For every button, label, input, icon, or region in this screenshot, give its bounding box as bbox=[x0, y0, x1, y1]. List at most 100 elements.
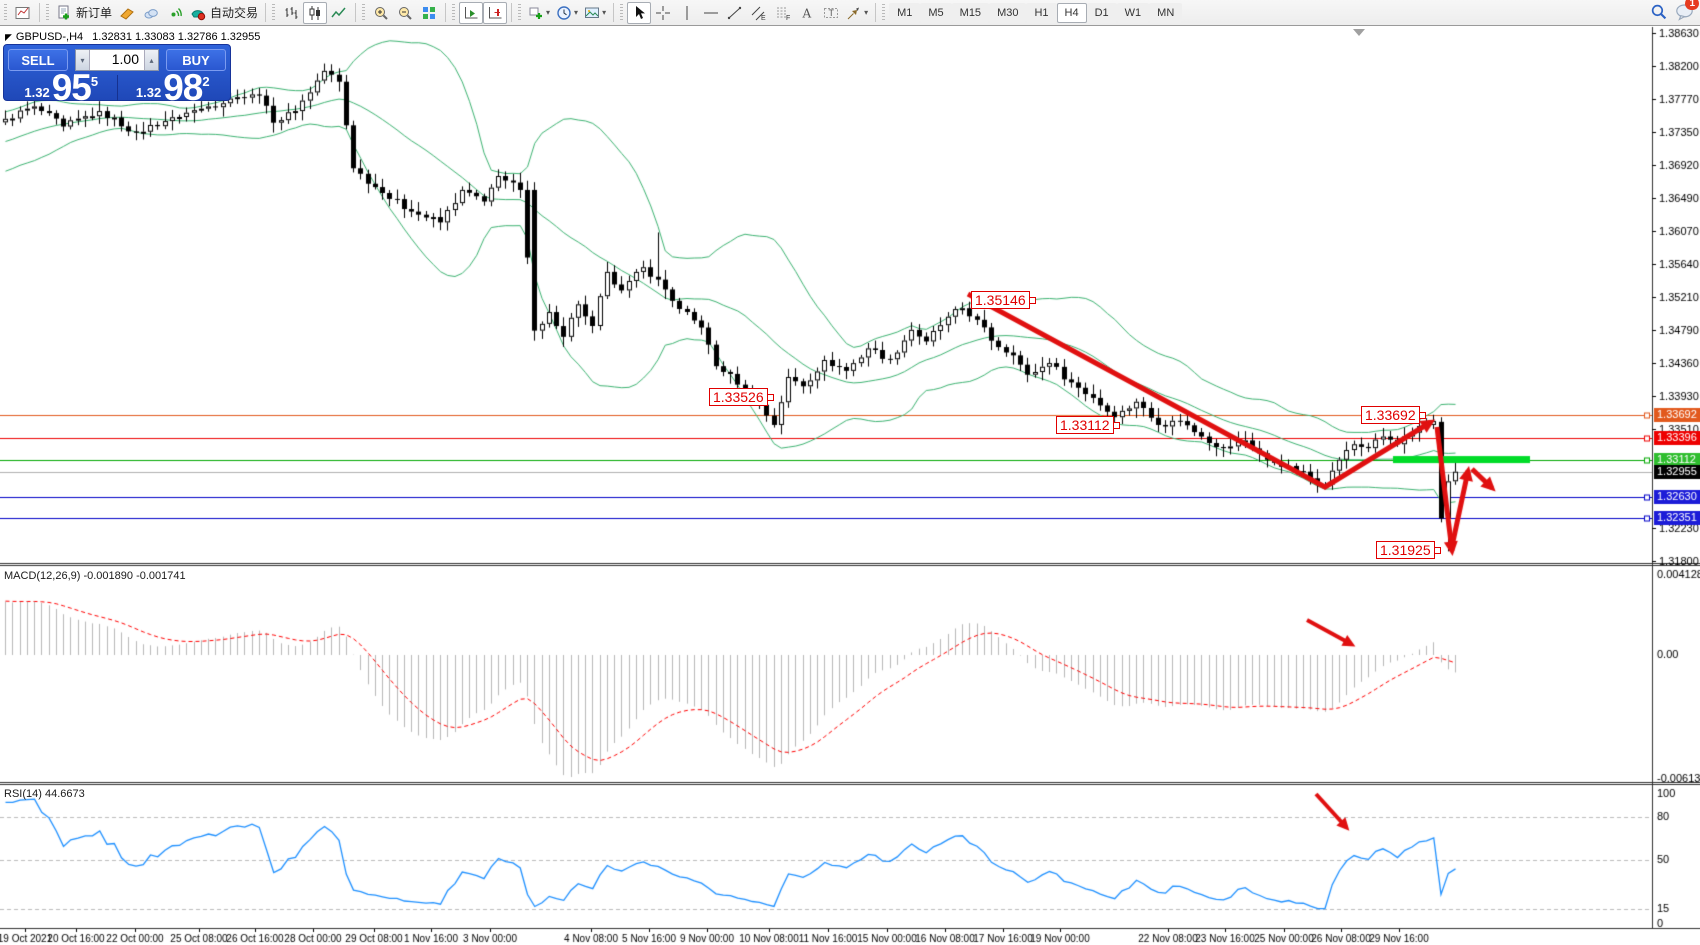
toolbar-separator bbox=[265, 3, 266, 22]
svg-text:E: E bbox=[761, 15, 766, 21]
eraser-button[interactable] bbox=[115, 2, 139, 24]
main-toolbar: 新订单 自动交易 ▾ ▾ ▾ E FAT ▾ M1M5M15M30H1H4D1W1MN 1 bbox=[0, 0, 1700, 26]
mt4-window: 新订单 自动交易 ▾ ▾ ▾ E FAT ▾ M1M5M15M30H1H4D1W1MN 1 ◤ GB… bbox=[0, 0, 1700, 945]
volume-increase-button[interactable]: ▴ bbox=[144, 50, 158, 70]
text-a-button[interactable]: A bbox=[795, 2, 819, 24]
hline-icon bbox=[703, 5, 719, 21]
tab-timeframe-w1[interactable]: W1 bbox=[1117, 3, 1150, 23]
svg-text:T: T bbox=[829, 8, 835, 18]
tab-timeframe-h4[interactable]: H4 bbox=[1057, 3, 1087, 23]
price-annotation[interactable]: 1.33692 bbox=[1361, 406, 1420, 424]
eraser-icon bbox=[119, 5, 135, 21]
tab-timeframe-d1[interactable]: D1 bbox=[1087, 3, 1117, 23]
toolbar-drag-handle[interactable] bbox=[46, 4, 49, 21]
toolbar-drag-handle[interactable] bbox=[620, 4, 623, 21]
new-order-doc-button[interactable]: 新订单 bbox=[53, 2, 115, 24]
candles-chart-button[interactable] bbox=[303, 2, 327, 24]
toolbar-drag-handle[interactable] bbox=[518, 4, 521, 21]
toolbar-drag-handle[interactable] bbox=[882, 4, 885, 21]
cursor-button[interactable] bbox=[627, 2, 651, 24]
price-annotation[interactable]: 1.31925 bbox=[1376, 541, 1435, 559]
tab-timeframe-m5[interactable]: M5 bbox=[920, 3, 951, 23]
arrows-button[interactable]: ▾ bbox=[843, 2, 871, 24]
autotrade-button[interactable]: 自动交易 bbox=[187, 2, 261, 24]
sell-price-pip: 5 bbox=[91, 74, 98, 89]
chart-ohlc-readout: 1.32831 1.33083 1.32786 1.32955 bbox=[92, 31, 260, 43]
trendline-button[interactable] bbox=[723, 2, 747, 24]
annotation-anchor bbox=[1113, 422, 1120, 429]
tab-timeframe-h1[interactable]: H1 bbox=[1026, 3, 1056, 23]
buy-price-big: 98 bbox=[163, 73, 202, 103]
volume-input[interactable]: 1.00 bbox=[90, 50, 144, 70]
chart-window-button[interactable] bbox=[11, 2, 35, 24]
price-annotation[interactable]: 1.35146 bbox=[971, 291, 1030, 309]
text-label-button[interactable]: T bbox=[819, 2, 843, 24]
chevron-down-icon[interactable]: ▾ bbox=[602, 8, 606, 17]
chart-symbol-period: GBPUSD-,H4 bbox=[16, 31, 83, 43]
chevron-down-icon[interactable]: ▾ bbox=[546, 8, 550, 17]
tab-timeframe-m1[interactable]: M1 bbox=[889, 3, 920, 23]
vline-button[interactable] bbox=[675, 2, 699, 24]
template-image-button[interactable]: ▾ bbox=[581, 2, 609, 24]
zoom-out-icon bbox=[397, 5, 413, 21]
candles-chart-icon bbox=[307, 5, 323, 21]
auto-scroll-button[interactable] bbox=[459, 2, 483, 24]
tile-windows-button[interactable] bbox=[417, 2, 441, 24]
chart-canvas[interactable] bbox=[0, 0, 1700, 945]
toolbar-drag-handle[interactable] bbox=[4, 4, 7, 21]
tab-timeframe-mn[interactable]: MN bbox=[1149, 3, 1182, 23]
tab-timeframe-m15[interactable]: M15 bbox=[952, 3, 989, 23]
crosshair-icon bbox=[655, 5, 671, 21]
toolbar-separator bbox=[39, 3, 40, 22]
svg-text:F: F bbox=[786, 15, 790, 21]
hline-button[interactable] bbox=[699, 2, 723, 24]
fibonacci-icon: F bbox=[775, 5, 791, 21]
tab-timeframe-m30[interactable]: M30 bbox=[989, 3, 1026, 23]
chevron-down-icon[interactable]: ▾ bbox=[864, 8, 868, 17]
chart-shift-marker-icon[interactable] bbox=[1353, 29, 1365, 36]
fibonacci-button[interactable]: F bbox=[771, 2, 795, 24]
chart-title: ◤ GBPUSD-,H4 1.32831 1.33083 1.32786 1.329… bbox=[5, 31, 260, 43]
notification-count-badge: 1 bbox=[1685, 0, 1699, 10]
bars-chart-icon bbox=[283, 5, 299, 21]
annotation-anchor bbox=[1434, 547, 1441, 554]
price-annotation[interactable]: 1.33112 bbox=[1056, 416, 1114, 434]
toolbar-drag-handle[interactable] bbox=[452, 4, 455, 21]
buy-price-pip: 2 bbox=[202, 74, 209, 89]
bars-chart-button[interactable] bbox=[279, 2, 303, 24]
cloud-button[interactable] bbox=[139, 2, 163, 24]
annotation-anchor bbox=[767, 394, 774, 401]
channel-icon: E bbox=[751, 5, 767, 21]
toolbar-drag-handle[interactable] bbox=[362, 4, 365, 21]
trendline-icon bbox=[727, 5, 743, 21]
line-chart-button[interactable] bbox=[327, 2, 351, 24]
sell-price-big: 95 bbox=[52, 73, 91, 103]
toolbar-button-label: 新订单 bbox=[76, 4, 112, 21]
chevron-down-icon[interactable]: ▾ bbox=[574, 8, 578, 17]
broadcast-button[interactable] bbox=[163, 2, 187, 24]
toolbar-separator bbox=[445, 3, 446, 22]
period-clock-button[interactable]: ▾ bbox=[553, 2, 581, 24]
price-annotation[interactable]: 1.33526 bbox=[709, 388, 768, 406]
line-chart-icon bbox=[331, 5, 347, 21]
search-icon[interactable] bbox=[1650, 3, 1667, 20]
buy-price[interactable]: 1.32 98 2 bbox=[118, 73, 229, 103]
annotation-anchor bbox=[1029, 297, 1036, 304]
buy-price-prefix: 1.32 bbox=[136, 85, 161, 100]
toolbar-drag-handle[interactable] bbox=[272, 4, 275, 21]
vline-icon bbox=[679, 5, 695, 21]
chart-symbol-icon: ◤ bbox=[5, 32, 12, 42]
period-clock-icon bbox=[556, 5, 572, 21]
annotation-anchor bbox=[1419, 412, 1426, 419]
channel-button[interactable]: E bbox=[747, 2, 771, 24]
zoom-in-button[interactable] bbox=[369, 2, 393, 24]
chart-shift-icon bbox=[487, 5, 503, 21]
sell-price-prefix: 1.32 bbox=[24, 85, 49, 100]
crosshair-button[interactable] bbox=[651, 2, 675, 24]
sell-price[interactable]: 1.32 95 5 bbox=[6, 73, 117, 103]
new-object-button[interactable]: ▾ bbox=[525, 2, 553, 24]
chart-shift-button[interactable] bbox=[483, 2, 507, 24]
zoom-out-button[interactable] bbox=[393, 2, 417, 24]
notifications-icon[interactable]: 1 bbox=[1675, 2, 1694, 20]
template-image-icon bbox=[584, 5, 600, 21]
